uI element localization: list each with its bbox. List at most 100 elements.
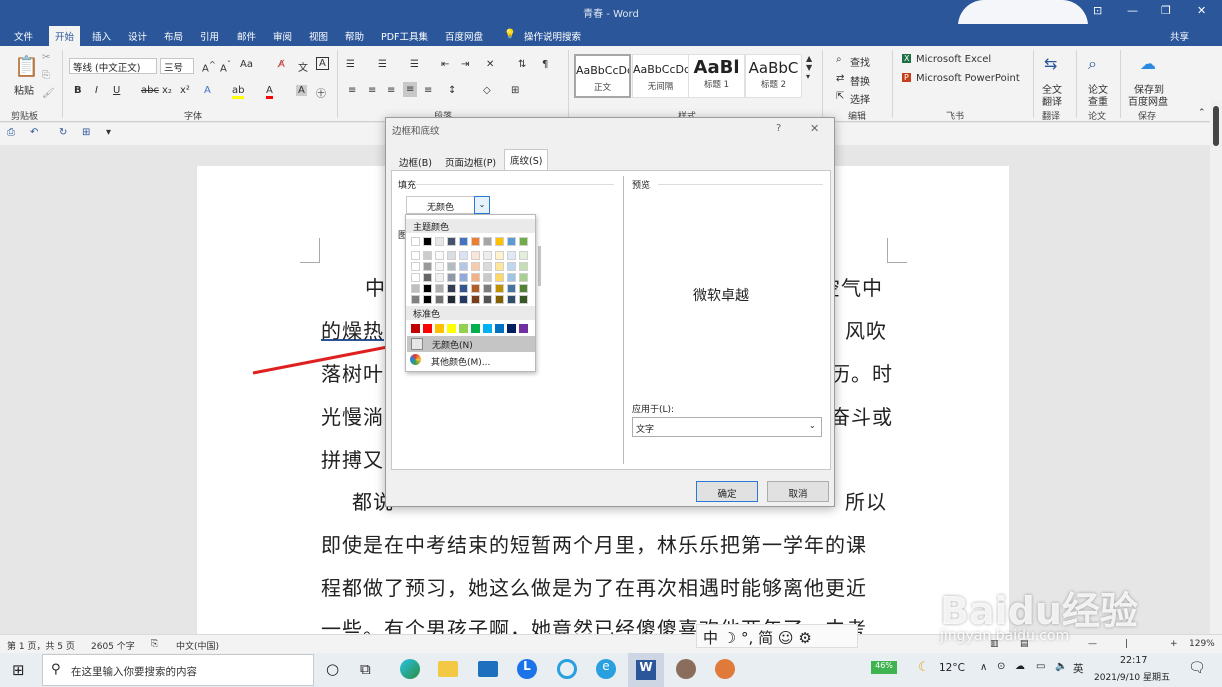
align-left-icon[interactable]: ≡ <box>348 85 356 96</box>
distributed-icon[interactable]: ≡ <box>424 85 432 96</box>
tab-shading[interactable]: 底纹(S) <box>504 149 549 170</box>
chevron-down-icon[interactable]: ⌄ <box>809 421 816 430</box>
theme-color-swatch[interactable] <box>411 295 420 304</box>
theme-color-swatch[interactable] <box>483 251 492 260</box>
theme-color-swatch[interactable] <box>435 251 444 260</box>
theme-color-swatch[interactable] <box>423 284 432 293</box>
windows-start-icon[interactable]: ⊞ <box>12 661 25 679</box>
emoji-icon[interactable]: ☺ <box>778 629 794 647</box>
autosave-icon[interactable]: ⎙ <box>7 127 15 138</box>
select-icon[interactable]: ⇱ <box>836 91 844 102</box>
theme-color-swatch[interactable] <box>411 237 420 246</box>
theme-color-swatch[interactable] <box>471 273 480 282</box>
open-ppt-button[interactable]: Microsoft PowerPoint <box>916 73 1020 84</box>
dialog-close-button[interactable]: ✕ <box>810 122 819 135</box>
input-language[interactable]: 英 <box>1073 661 1084 676</box>
theme-color-swatch[interactable] <box>459 295 468 304</box>
theme-color-swatch[interactable] <box>447 237 456 246</box>
font-size-combo[interactable]: 三号 <box>160 58 194 74</box>
paste-icon[interactable]: 📋 <box>14 54 39 78</box>
theme-color-swatch[interactable] <box>435 295 444 304</box>
shrink-font-icon[interactable]: Aˇ <box>220 59 231 74</box>
scroll-thumb[interactable] <box>1213 106 1219 146</box>
cut-icon[interactable]: ✂ <box>42 52 50 63</box>
format-painter-icon[interactable]: 🖌 <box>42 88 55 99</box>
minimize-button[interactable]: — <box>1127 4 1138 17</box>
replace-icon[interactable]: ⇄ <box>836 73 844 84</box>
line-spacing-icon[interactable]: ↕ <box>448 85 456 96</box>
text-effects-icon[interactable]: A <box>204 85 211 96</box>
tab-insert[interactable]: 插入 <box>92 29 111 43</box>
tab-layout[interactable]: 布局 <box>164 29 183 43</box>
borders-icon[interactable]: ⊞ <box>511 85 519 96</box>
tab-borders[interactable]: 边框(B) <box>394 152 437 170</box>
standard-color-swatch[interactable] <box>483 324 492 333</box>
clear-format-icon[interactable]: A̸ <box>278 59 285 70</box>
theme-color-swatch[interactable] <box>495 295 504 304</box>
cancel-button[interactable]: 取消 <box>767 481 829 502</box>
superscript-icon[interactable]: x² <box>180 85 190 96</box>
replace-button[interactable]: 替换 <box>850 73 870 88</box>
tab-design[interactable]: 设计 <box>128 29 147 43</box>
ime-mode[interactable]: 中 <box>703 629 718 647</box>
bullets-icon[interactable]: ☰ <box>346 59 355 70</box>
browser-e-icon[interactable]: e <box>596 659 616 679</box>
standard-color-swatch[interactable] <box>435 324 444 333</box>
style-no-spacing[interactable]: AaBbCcDd 无间隔 <box>632 54 689 98</box>
theme-color-swatch[interactable] <box>411 284 420 293</box>
standard-color-swatch[interactable] <box>411 324 420 333</box>
tab-file[interactable]: 文件 <box>14 29 33 43</box>
page-count[interactable]: 第 1 页，共 5 页 <box>7 639 75 652</box>
clock-date[interactable]: 2021/9/10 星期五 <box>1094 670 1170 683</box>
mail-icon[interactable] <box>478 661 498 677</box>
tab-view[interactable]: 视图 <box>309 29 328 43</box>
theme-color-swatch[interactable] <box>423 295 432 304</box>
word-taskbar-button[interactable]: W <box>628 653 664 687</box>
standard-color-swatch[interactable] <box>471 324 480 333</box>
theme-color-swatch[interactable] <box>507 284 516 293</box>
style-heading-2[interactable]: AaBbC 标题 2 <box>745 54 802 98</box>
find-button[interactable]: 查找 <box>850 54 870 69</box>
theme-color-swatch[interactable] <box>519 237 528 246</box>
tab-home[interactable]: 开始 <box>49 26 81 46</box>
theme-color-swatch[interactable] <box>447 251 456 260</box>
app-l-icon[interactable]: L <box>517 659 537 679</box>
file-explorer-icon[interactable] <box>438 661 458 677</box>
char-shading-icon[interactable]: A <box>296 85 307 96</box>
strikethrough-icon[interactable]: abc <box>141 85 159 96</box>
theme-color-swatch[interactable] <box>411 262 420 271</box>
undo-icon[interactable]: ↶ <box>30 127 38 138</box>
theme-color-swatch[interactable] <box>471 295 480 304</box>
screenshot-app-icon[interactable] <box>715 659 735 679</box>
sort-icon[interactable]: ⇅ <box>518 59 526 70</box>
theme-color-swatch[interactable] <box>495 284 504 293</box>
table-icon[interactable]: ⊞ <box>82 127 90 138</box>
italic-icon[interactable]: I <box>95 85 98 96</box>
apply-to-combo[interactable]: 文字 <box>632 417 822 437</box>
paper-check-line2[interactable]: 查重 <box>1088 93 1108 108</box>
multilevel-list-icon[interactable]: ☰ <box>410 59 419 70</box>
edge-icon[interactable] <box>400 659 420 679</box>
find-icon[interactable]: ⌕ <box>836 54 842 65</box>
standard-color-swatch[interactable] <box>423 324 432 333</box>
redo-icon[interactable]: ↻ <box>59 127 67 138</box>
tell-me-search[interactable]: 操作说明搜索 <box>524 29 581 43</box>
zoom-level[interactable]: 129% <box>1189 639 1215 649</box>
cloud-icon[interactable]: ☁ <box>1015 661 1025 672</box>
theme-color-swatch[interactable] <box>435 237 444 246</box>
tray-app-icon[interactable]: ⊙ <box>997 661 1005 672</box>
select-button[interactable]: 选择 <box>850 91 870 106</box>
theme-color-swatch[interactable] <box>507 273 516 282</box>
theme-color-swatch[interactable] <box>471 284 480 293</box>
highlight-icon[interactable]: ab <box>232 85 245 99</box>
bold-icon[interactable]: B <box>74 85 82 96</box>
theme-color-swatch[interactable] <box>471 251 480 260</box>
underline-icon[interactable]: U <box>113 85 120 96</box>
customize-qat-icon[interactable]: ▾ <box>106 127 111 138</box>
ie-icon[interactable] <box>557 659 577 679</box>
styles-scroll-icon[interactable]: ▲ ▼ ▾ <box>806 54 812 81</box>
align-right-icon[interactable]: ≡ <box>387 85 395 96</box>
theme-color-swatch[interactable] <box>435 262 444 271</box>
theme-color-swatch[interactable] <box>435 284 444 293</box>
collapse-ribbon-icon[interactable]: ⌃ <box>1198 108 1206 118</box>
